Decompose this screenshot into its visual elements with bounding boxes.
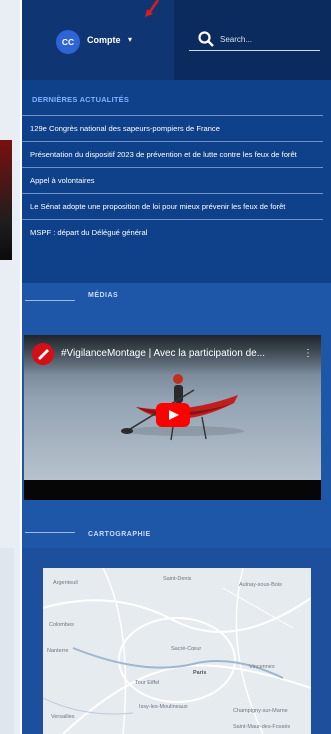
map-label: Nanterre: [47, 648, 69, 654]
media-section-title: MÉDIAS: [88, 292, 119, 299]
section-divider: [25, 532, 75, 533]
avatar[interactable]: CC: [56, 30, 80, 54]
video-title[interactable]: #VigilanceMontage | Avec la participatio…: [61, 348, 301, 359]
map-label: Issy-les-Moulineaux: [139, 704, 188, 710]
map-label: Aulnay-sous-Bois: [239, 582, 282, 588]
map-label: Paris: [193, 670, 207, 676]
avatar-initials: CC: [61, 37, 75, 47]
video-player[interactable]: #VigilanceMontage | Avec la participatio…: [24, 335, 321, 500]
news-link[interactable]: 129e Congrès national des sapeurs-pompie…: [22, 115, 323, 141]
map-label: Colombes: [49, 622, 74, 628]
carto-panel: Argenteuil Saint-Denis Aulnay-sous-Bois …: [22, 548, 331, 734]
news-section-title: DERNIÈRES ACTUALITÉS: [32, 95, 130, 104]
top-bar: CC Compte ▾: [22, 0, 331, 80]
news-list: 129e Congrès national des sapeurs-pompie…: [22, 115, 323, 245]
search-input[interactable]: [220, 30, 316, 48]
account-menu-button[interactable]: Compte: [87, 35, 121, 45]
map-label: Tour Eiffel: [135, 680, 160, 686]
background-image-fragment: [0, 140, 12, 260]
channel-logo-icon[interactable]: [32, 343, 54, 365]
map-label: Sacré-Cœur: [171, 646, 202, 652]
background-page-strip: [0, 0, 20, 734]
play-icon[interactable]: [156, 403, 190, 427]
search-underline: [189, 50, 320, 51]
news-link[interactable]: Le Sénat adopte une proposition de loi p…: [22, 193, 323, 219]
news-link[interactable]: Appel à volontaires: [22, 167, 323, 193]
map-label: Saint-Maur-des-Fossés: [233, 724, 291, 730]
more-options-icon[interactable]: ⋮: [303, 348, 313, 359]
section-divider: [25, 300, 75, 301]
news-panel: DERNIÈRES ACTUALITÉS 129e Congrès nation…: [22, 80, 331, 283]
map-widget[interactable]: Argenteuil Saint-Denis Aulnay-sous-Bois …: [43, 568, 311, 734]
map-label: Vincennes: [249, 664, 275, 670]
map-label: Champigny-sur-Marne: [233, 708, 288, 714]
chevron-down-icon[interactable]: ▾: [128, 35, 132, 44]
map-label: Saint-Denis: [163, 576, 192, 582]
news-link[interactable]: MSPF : départ du Délégué général: [22, 219, 323, 245]
carto-section-title: CARTOGRAPHIE: [88, 531, 151, 538]
red-arrow-annotation-icon: [145, 0, 160, 17]
map-label: Versailles: [51, 714, 75, 720]
background-map-fragment: [0, 548, 14, 734]
media-panel: MÉDIAS #VigilanceMontage | Avec la parti…: [22, 283, 331, 548]
news-link[interactable]: Présentation du dispositif 2023 de préve…: [22, 141, 323, 167]
search-icon[interactable]: [197, 30, 215, 48]
map-label: Argenteuil: [53, 580, 78, 586]
